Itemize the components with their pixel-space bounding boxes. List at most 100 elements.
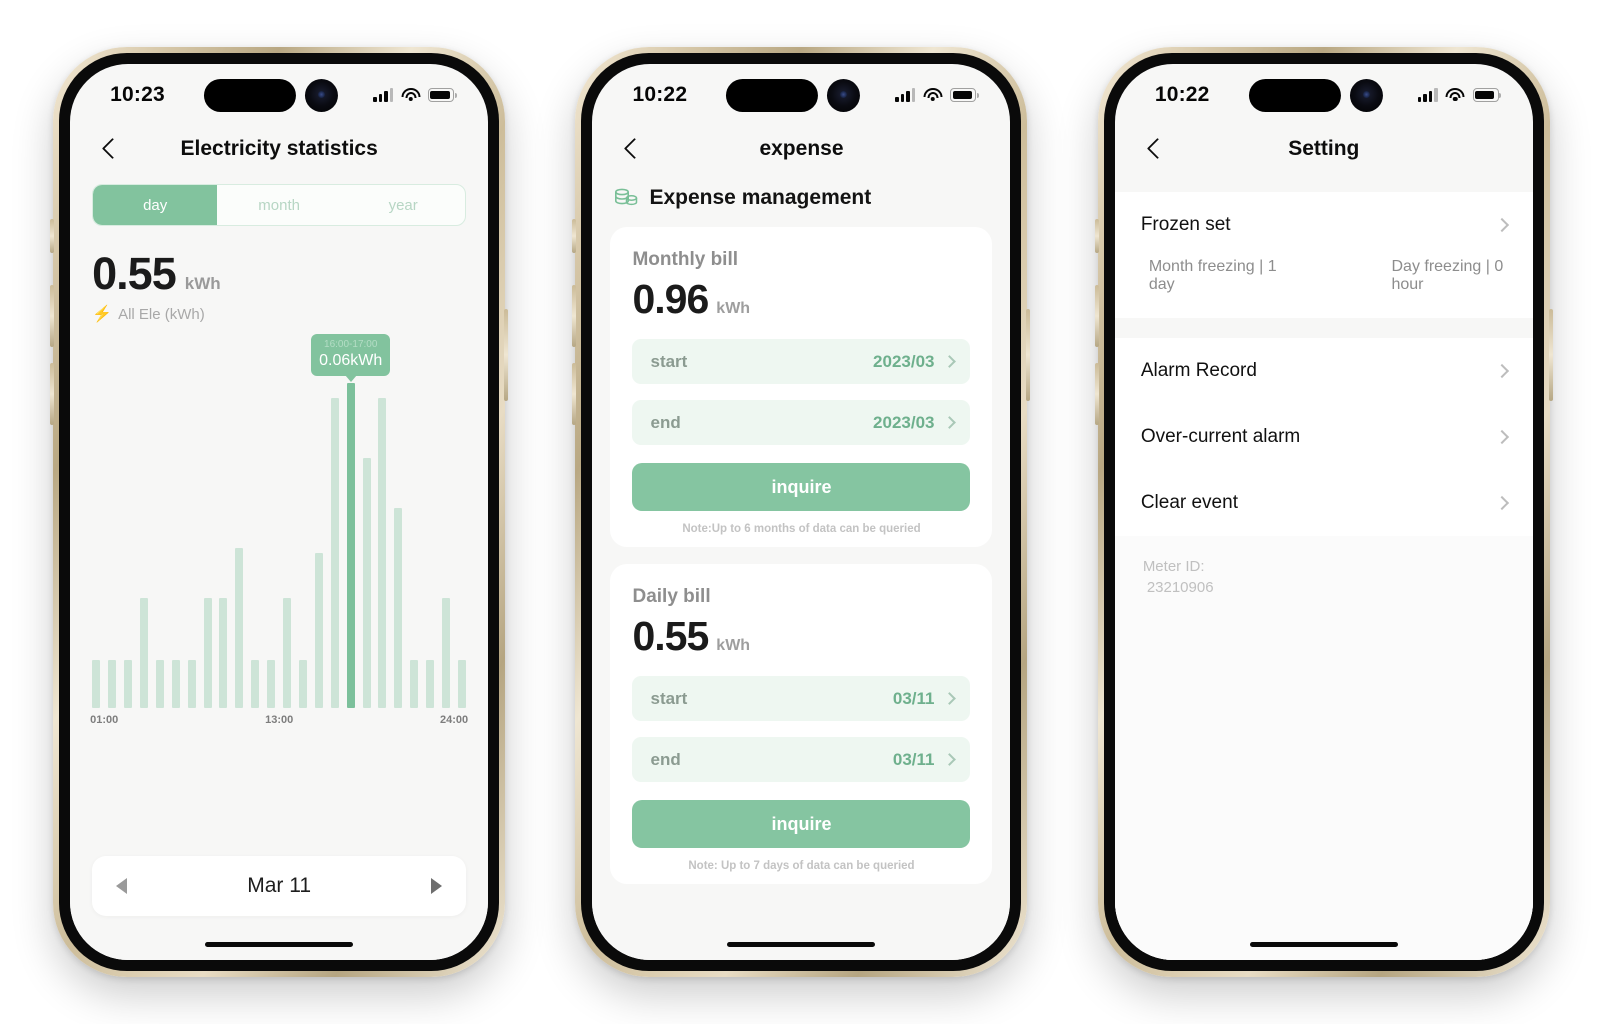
- monthly-bill-label: Monthly bill: [632, 249, 739, 270]
- sidebar-item-frozen-set[interactable]: Frozen set: [1114, 192, 1533, 258]
- wifi-icon: [923, 88, 943, 102]
- monthly-note: Note:Up to 6 months of data can be queri…: [682, 523, 921, 535]
- cellular-bars-icon: [1417, 88, 1438, 102]
- segment-year[interactable]: year: [341, 185, 465, 225]
- monthly-inquire-button[interactable]: inquire: [632, 463, 971, 511]
- tooltip-time-range: 16:00-17:00: [324, 339, 378, 350]
- page-title: expense: [759, 137, 844, 160]
- total-value: 0.55: [92, 248, 177, 299]
- chevron-right-icon: [1494, 429, 1509, 445]
- triangle-left-icon[interactable]: [116, 878, 128, 894]
- chart-bar[interactable]: [314, 553, 323, 708]
- status-indicators: [373, 88, 457, 102]
- volume-down-button[interactable]: [50, 363, 55, 425]
- chart-bar[interactable]: [426, 660, 435, 708]
- status-indicators: [1417, 88, 1502, 102]
- back-button[interactable]: [1141, 136, 1167, 162]
- power-button[interactable]: [1548, 309, 1553, 401]
- period-segmented-control[interactable]: day month year: [92, 184, 467, 226]
- sidebar-item-alarm-record[interactable]: Alarm Record: [1114, 338, 1533, 404]
- mute-switch[interactable]: [50, 219, 55, 253]
- monthly-bill-card: Monthly bill 0.96 kWh start 2023/03 end: [610, 227, 993, 547]
- status-bar: 10:22: [1115, 64, 1533, 126]
- monthly-end-field[interactable]: end 2023/03: [632, 400, 971, 445]
- monthly-start-field[interactable]: start 2023/03: [632, 339, 971, 384]
- chart-bar[interactable]: [267, 660, 276, 708]
- chart-bar[interactable]: [155, 660, 164, 708]
- chart-bar[interactable]: [235, 548, 244, 708]
- cellular-bars-icon: [373, 88, 394, 102]
- monthly-bill-amount: 0.96 kWh: [632, 276, 970, 323]
- segment-day[interactable]: day: [93, 185, 218, 225]
- chart-bar[interactable]: [123, 660, 132, 708]
- phone-bezel: 10:22 expense Expense management Monthly…: [581, 53, 1022, 971]
- section-header: Expense management: [610, 172, 992, 210]
- daily-end-label: end: [650, 749, 681, 769]
- chart-bar[interactable]: [92, 660, 101, 708]
- chart-bars[interactable]: [90, 348, 468, 708]
- date-navigator[interactable]: Mar 11: [92, 856, 467, 916]
- page-title: Electricity statistics: [180, 137, 378, 160]
- chart-bar[interactable]: [171, 660, 180, 708]
- dynamic-island-pill: [204, 79, 297, 112]
- wifi-icon: [1445, 88, 1465, 102]
- current-date-label: Mar 11: [247, 874, 312, 897]
- section-divider: [1114, 318, 1533, 338]
- dynamic-island-pill: [1248, 79, 1341, 112]
- daily-end-field[interactable]: end 03/11: [632, 737, 971, 782]
- mute-switch[interactable]: [1094, 219, 1099, 253]
- chart-bar[interactable]: [219, 598, 228, 708]
- power-button[interactable]: [1026, 309, 1031, 401]
- back-button[interactable]: [618, 136, 644, 162]
- monthly-start-label: start: [650, 351, 688, 371]
- home-indicator[interactable]: [205, 942, 354, 947]
- daily-start-field[interactable]: start 03/11: [632, 676, 971, 721]
- sidebar-item-over-current-alarm[interactable]: Over-current alarm: [1114, 404, 1533, 470]
- nav-bar: Electricity statistics: [70, 126, 488, 172]
- volume-down-button[interactable]: [1094, 363, 1099, 425]
- chart-bar[interactable]: [187, 660, 196, 708]
- mute-switch[interactable]: [572, 219, 577, 253]
- back-button[interactable]: [96, 136, 122, 162]
- chart-bar[interactable]: [298, 660, 307, 708]
- volume-up-button[interactable]: [572, 285, 577, 347]
- home-indicator[interactable]: [727, 942, 876, 947]
- segment-month[interactable]: month: [217, 185, 341, 225]
- phone-expense: 10:22 expense Expense management Monthly…: [572, 47, 1031, 977]
- chart-bar[interactable]: [108, 660, 117, 708]
- chart-bar[interactable]: [203, 598, 212, 708]
- dynamic-island: [726, 79, 861, 112]
- volume-up-button[interactable]: [1094, 285, 1099, 347]
- monthly-end-value: 2023/03: [873, 412, 935, 432]
- chart-bar[interactable]: [330, 398, 339, 708]
- hourly-bar-chart[interactable]: 16:00-17:00 0.06kWh: [90, 323, 468, 708]
- sidebar-item-clear-event[interactable]: Clear event: [1114, 470, 1533, 536]
- day-freezing-value: Day freezing | 0 hour: [1391, 258, 1504, 293]
- chart-bar[interactable]: [458, 660, 466, 708]
- phone-electricity-statistics: 10:23 Electricity statistics day month y…: [50, 47, 509, 977]
- nav-bar: expense: [592, 126, 1010, 172]
- tooltip-arrow: [344, 375, 357, 382]
- section-divider: [1114, 172, 1533, 192]
- chart-bar[interactable]: [346, 383, 355, 708]
- chevron-right-icon: [1494, 495, 1509, 511]
- chart-bar[interactable]: [442, 598, 451, 708]
- volume-up-button[interactable]: [50, 285, 55, 347]
- chart-bar[interactable]: [251, 660, 260, 708]
- chevron-right-icon: [943, 753, 957, 766]
- bolt-icon: ⚡: [92, 305, 113, 323]
- chart-bar[interactable]: [139, 598, 148, 708]
- power-button[interactable]: [504, 309, 509, 401]
- page-title: Setting: [1288, 137, 1360, 160]
- chart-bar[interactable]: [362, 458, 371, 708]
- chart-bar[interactable]: [283, 598, 292, 708]
- row-label: Frozen set: [1140, 214, 1231, 235]
- chart-bar[interactable]: [394, 508, 403, 708]
- chart-bar[interactable]: [378, 398, 387, 708]
- volume-down-button[interactable]: [572, 363, 577, 425]
- phone-setting: 10:22 Setting Frozen set Month freezing …: [1094, 47, 1553, 977]
- triangle-right-icon[interactable]: [431, 878, 443, 894]
- daily-inquire-button[interactable]: inquire: [632, 800, 971, 848]
- home-indicator[interactable]: [1249, 942, 1398, 947]
- chart-bar[interactable]: [410, 660, 419, 708]
